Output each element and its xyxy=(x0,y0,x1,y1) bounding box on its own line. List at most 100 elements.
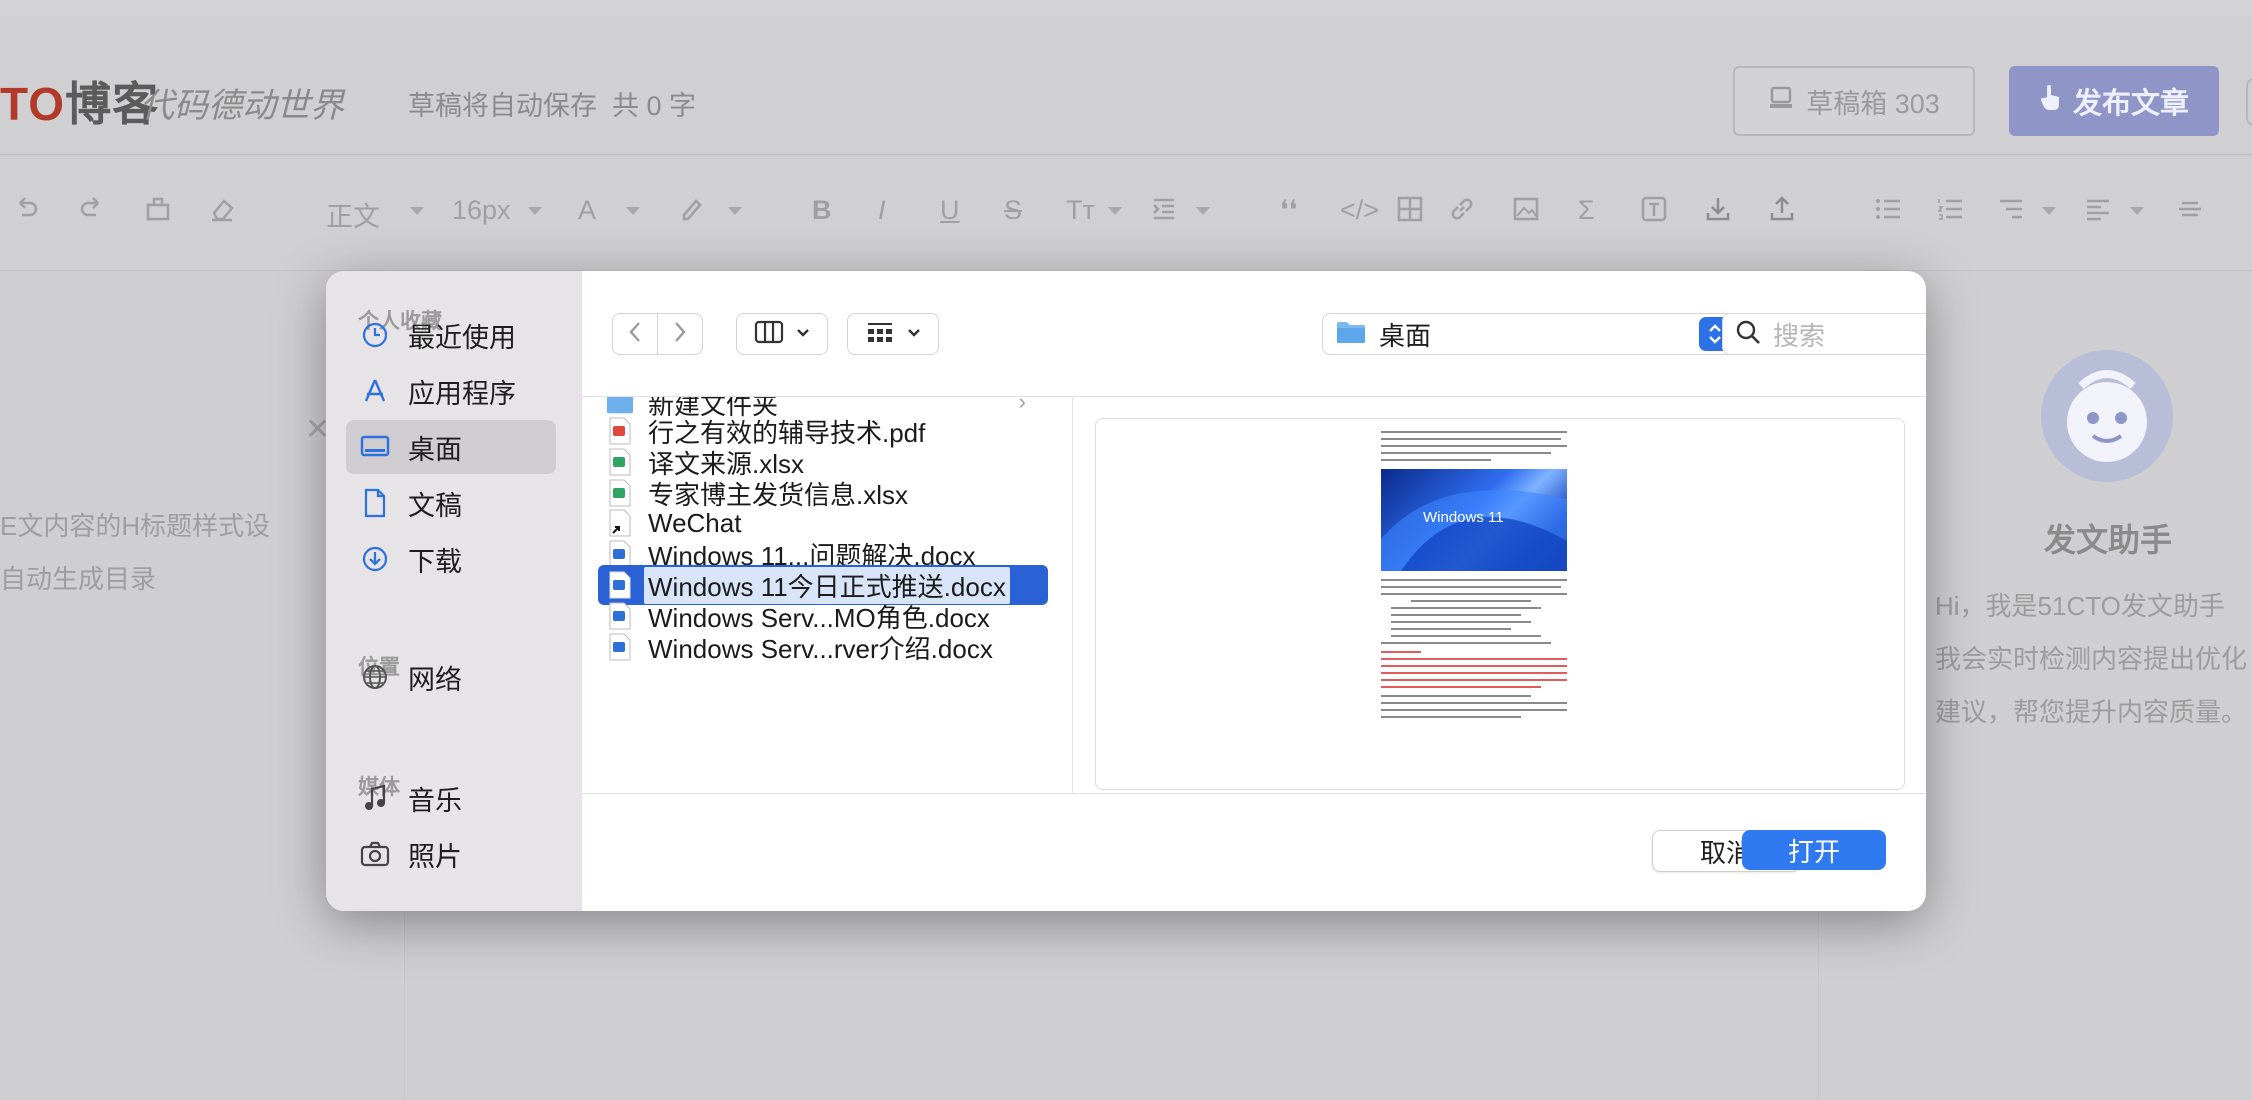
chevron-down-icon xyxy=(1108,207,1122,215)
chevron-left-icon xyxy=(628,321,642,348)
bullet-list-icon[interactable] xyxy=(1874,195,1902,223)
autosave-status: 草稿将自动保存 共 0 字 xyxy=(408,84,696,123)
assistant-title: 发文助手 xyxy=(2044,522,2173,558)
editor-toolbar: 正文 16px A B I U S Tт ❛❛ </> Σ xyxy=(0,155,2252,271)
assistant-line: 我会实时检测内容提出优化 xyxy=(1935,644,2248,674)
text-line xyxy=(1381,593,1567,595)
text-line xyxy=(1381,695,1531,697)
text-line xyxy=(1411,600,1531,602)
indent-icon[interactable] xyxy=(1150,195,1178,223)
back-button[interactable] xyxy=(612,313,658,355)
sidebar-item-documents[interactable]: 文稿 xyxy=(346,476,556,530)
image-icon[interactable] xyxy=(1512,195,1540,223)
chevron-down-icon xyxy=(2130,207,2144,215)
sidebar-item-label: 文稿 xyxy=(408,490,462,521)
format-painter-icon[interactable] xyxy=(144,195,172,223)
divider-icon[interactable] xyxy=(2176,195,2204,223)
chevron-down-icon xyxy=(907,325,921,343)
guide-line: 自动生成目录 xyxy=(0,564,157,594)
multilevel-list-icon[interactable] xyxy=(1996,195,2024,223)
file-item-docx[interactable]: Windows Serv...rver介绍.docx xyxy=(598,627,1048,667)
site-header: TO博客 代码德动世界 草稿将自动保存 共 0 字 草稿箱 303 发布文章 xyxy=(0,16,2252,155)
text-line xyxy=(1381,709,1567,711)
import-icon[interactable] xyxy=(1704,195,1732,223)
redo-icon[interactable] xyxy=(78,195,106,223)
italic-icon[interactable]: I xyxy=(878,195,886,226)
sidebar-item-music[interactable]: 音乐 xyxy=(346,771,556,825)
text-size-icon[interactable]: Tт xyxy=(1066,195,1095,226)
group-view-button[interactable] xyxy=(847,313,939,355)
document-icon xyxy=(358,486,392,520)
sidebar-item-recents[interactable]: 最近使用 xyxy=(346,308,556,362)
chevron-down-icon xyxy=(528,207,542,215)
text-line xyxy=(1381,438,1561,440)
font-color-icon[interactable]: A xyxy=(578,195,596,226)
text-line xyxy=(1381,672,1567,674)
link-icon[interactable] xyxy=(1448,195,1476,223)
site-logo[interactable]: TO博客 xyxy=(0,68,159,134)
logo-prefix: TO xyxy=(0,78,66,130)
chevron-down-icon xyxy=(796,325,810,343)
text-line xyxy=(1391,614,1521,616)
document-thumbnail: Windows 11 xyxy=(1381,429,1567,719)
sidebar-item-downloads[interactable]: 下载 xyxy=(346,532,556,586)
text-line xyxy=(1381,679,1567,681)
sidebar-item-label: 网络 xyxy=(408,664,462,695)
chevron-down-icon xyxy=(410,207,424,215)
sidebar-item-photos[interactable]: 照片 xyxy=(346,827,556,881)
assistant-line: 建议，帮您提升内容质量。 xyxy=(1935,697,2248,727)
text-line xyxy=(1381,716,1521,718)
autosave-text: 草稿将自动保存 xyxy=(408,91,597,121)
text-line xyxy=(1381,431,1567,433)
bold-icon[interactable]: B xyxy=(812,195,832,226)
export-icon[interactable] xyxy=(1768,195,1796,223)
numbered-list-icon[interactable] xyxy=(1936,195,1964,223)
clock-icon xyxy=(358,318,392,352)
download-icon xyxy=(358,542,392,576)
search-icon xyxy=(1735,319,1761,350)
underline-icon[interactable]: U xyxy=(940,195,960,226)
open-button[interactable]: 打开 xyxy=(1742,830,1886,870)
undo-icon[interactable] xyxy=(12,195,40,223)
text-line xyxy=(1391,628,1511,630)
header-extra-button[interactable] xyxy=(2246,78,2252,126)
windows-logo-text: Windows 11 xyxy=(1423,509,1504,526)
text-line xyxy=(1381,445,1567,447)
textbox-icon[interactable] xyxy=(1640,195,1668,223)
drafts-button[interactable]: 草稿箱 303 xyxy=(1733,66,1975,136)
text-line xyxy=(1381,702,1567,704)
text-line xyxy=(1381,651,1421,653)
eraser-icon[interactable] xyxy=(208,195,236,223)
paragraph-style-select[interactable]: 正文 xyxy=(326,195,380,234)
align-icon[interactable] xyxy=(2084,195,2112,223)
column-view-button[interactable] xyxy=(736,313,828,355)
highlight-icon[interactable] xyxy=(676,195,704,223)
text-line xyxy=(1381,642,1551,644)
formula-icon[interactable]: Σ xyxy=(1578,195,1595,226)
text-line xyxy=(1381,579,1567,581)
strikethrough-icon[interactable]: S xyxy=(1004,195,1022,226)
font-size-select[interactable]: 16px xyxy=(452,195,511,226)
table-icon[interactable] xyxy=(1396,195,1424,223)
sidebar-item-applications[interactable]: 应用程序 xyxy=(346,364,556,418)
file-preview-pane: Windows 11 xyxy=(1095,418,1905,790)
dialog-toolbar: 桌面 搜索 xyxy=(582,271,1926,397)
site-slogan: 代码德动世界 xyxy=(140,86,344,126)
apps-icon xyxy=(358,374,392,408)
file-list: 新建文件夹 › 行之有效的辅导技术.pdf 译文来源.xlsx 专家博主发货信息… xyxy=(582,397,1073,793)
publish-button[interactable]: 发布文章 xyxy=(2009,66,2219,136)
desktop-icon xyxy=(358,430,392,464)
outline-guide: E文内容的H标题样式设 自动生成目录 xyxy=(0,500,270,606)
camera-icon xyxy=(358,837,392,871)
search-placeholder: 搜索 xyxy=(1773,320,1826,351)
text-line xyxy=(1391,621,1531,623)
sidebar-item-network[interactable]: 网络 xyxy=(346,650,556,704)
sidebar-item-label: 最近使用 xyxy=(408,322,516,353)
quote-icon[interactable]: ❛❛ xyxy=(1280,195,1297,226)
location-popup[interactable]: 桌面 xyxy=(1322,313,1736,355)
search-input[interactable]: 搜索 xyxy=(1722,313,1926,355)
code-icon[interactable]: </> xyxy=(1340,195,1379,226)
forward-button[interactable] xyxy=(657,313,703,355)
sidebar-item-desktop[interactable]: 桌面 xyxy=(346,420,556,474)
sidebar-item-label: 桌面 xyxy=(408,434,462,465)
